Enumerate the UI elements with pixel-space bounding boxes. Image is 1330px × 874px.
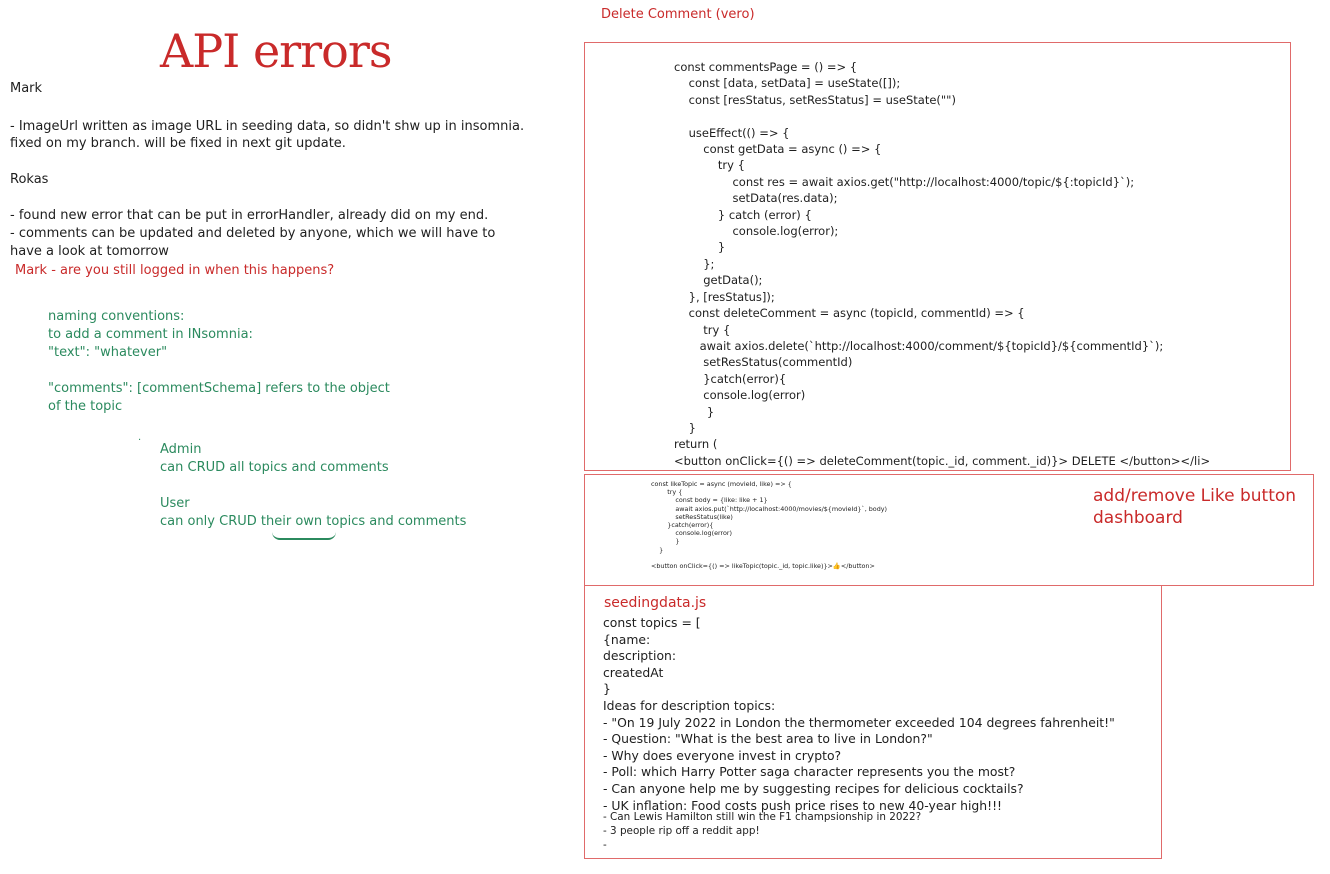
code-line: getData();: [674, 273, 763, 288]
code-line: useEffect(() => {: [674, 125, 790, 140]
code-line: }: [674, 404, 715, 419]
seeding-line: createdAt: [603, 664, 664, 680]
code-line: } catch (error) {: [674, 207, 812, 222]
seeding-line: - "On 19 July 2022 in London the thermom…: [603, 714, 1115, 730]
mark-note-2: fixed on my branch. will be fixed in nex…: [10, 136, 346, 151]
code-line: }, [resStatus]);: [674, 289, 775, 304]
seeding-data-more-ideas: - Can Lewis Hamilton still win the F1 ch…: [603, 810, 921, 852]
seeding-line: - 3 people rip off a reddit app!: [603, 825, 760, 837]
code-line: }: [651, 537, 680, 546]
code-line: const deleteComment = async (topicId, co…: [674, 306, 1025, 321]
naming-line-5: "comments": [commentSchema] refers to th…: [48, 381, 390, 396]
seeding-line: {name:: [603, 631, 651, 647]
code-line: const commentsPage = () => {: [674, 60, 858, 74]
seeding-line: - Can Lewis Hamilton still win the F1 ch…: [603, 811, 922, 823]
seeding-line: }: [603, 681, 611, 697]
admin-label: Admin: [160, 442, 202, 457]
seeding-data-label: seedingdata.js: [604, 595, 707, 611]
delete-comment-code: const commentsPage = () => { const [data…: [674, 59, 1210, 469]
like-button-box: const likeTopic = async (movieId, like) …: [584, 474, 1314, 586]
user-desc: can only CRUD their own topics and comme…: [160, 513, 466, 531]
code-line: await axios.delete(`http://localhost:400…: [674, 338, 1164, 353]
seeding-data-lines: const topics = [{name: description: create…: [603, 615, 1115, 814]
code-line: const res = await axios.get("http://loca…: [674, 174, 1135, 189]
page-title: API errors: [160, 24, 392, 78]
delete-comment-box: const commentsPage = () => { const [data…: [584, 42, 1291, 471]
code-line: }catch(error){: [674, 371, 787, 386]
seeding-line: - Why does everyone invest in crypto?: [603, 747, 842, 763]
code-line: }catch(error){: [651, 521, 714, 530]
user-desc-emphasis: their own: [260, 514, 323, 529]
stray-dot: ·: [138, 435, 142, 446]
code-line: return (: [674, 437, 718, 452]
rokas-note-1: - found new error that can be put in err…: [10, 208, 489, 223]
code-line: <button onClick={() => deleteComment(top…: [674, 453, 1211, 468]
seeding-line: description:: [603, 648, 677, 664]
code-line: try {: [674, 322, 731, 337]
mark-note-1: - ImageUrl written as image URL in seedi…: [10, 119, 525, 134]
rokas-note-3: have a look at tomorrow: [10, 244, 169, 259]
naming-line-3: "text": "whatever": [48, 345, 168, 360]
like-button-label-1: add/remove Like button: [1093, 486, 1297, 506]
code-line: await axios.put(`http://localhost:4000/m…: [651, 504, 888, 513]
code-line: console.log(error);: [674, 224, 839, 239]
code-line: const body = {like: like + 1}: [651, 496, 768, 505]
seeding-data-box: seedingdata.js const topics = [{name: des…: [584, 585, 1162, 859]
code-line: const [data, setData] = useState([]);: [674, 76, 901, 91]
seeding-line: - Question: "What is the best area to li…: [603, 731, 933, 747]
code-line: console.log(error): [674, 388, 806, 403]
user-desc-prefix: can only CRUD: [160, 514, 261, 529]
rokas-heading: Rokas: [10, 172, 49, 187]
code-line: };: [674, 256, 715, 271]
code-line: setData(res.data);: [674, 191, 838, 206]
naming-line-6: of the topic: [48, 399, 123, 414]
code-line: try {: [651, 488, 683, 497]
naming-line-1: naming conventions:: [48, 309, 185, 324]
code-line: }: [674, 420, 696, 435]
like-topic-code: const likeTopic = async (movieId, like) …: [651, 480, 887, 570]
code-line: <button onClick={() => likeTopic(topic._…: [651, 562, 875, 571]
seeding-line: const topics = [: [603, 615, 701, 630]
naming-line-2: to add a comment in INsomnia:: [48, 327, 253, 342]
their-own-underline: [272, 532, 336, 540]
code-line: const getData = async () => {: [674, 142, 882, 157]
user-desc-suffix: topics and comments: [322, 514, 467, 529]
delete-comment-label: Delete Comment (vero): [601, 7, 755, 22]
question-note: Mark - are you still logged in when this…: [15, 263, 335, 278]
seeding-line: -: [603, 839, 607, 851]
seeding-line: Ideas for description topics:: [603, 697, 776, 713]
user-label: User: [160, 496, 190, 511]
admin-desc: can CRUD all topics and comments: [160, 460, 389, 475]
code-line: const likeTopic = async (movieId, like) …: [651, 480, 792, 488]
code-line: const [resStatus, setResStatus] = useSta…: [674, 92, 956, 107]
code-line: setResStatus(like): [651, 512, 733, 521]
seeding-line: - Can anyone help me by suggesting recip…: [603, 780, 1024, 796]
code-line: try {: [674, 158, 745, 173]
code-line: }: [651, 545, 664, 554]
rokas-note-2: - comments can be updated and deleted by…: [10, 226, 496, 241]
code-line: }: [674, 240, 726, 255]
code-line: console.log(error): [651, 529, 733, 538]
mark-heading: Mark: [10, 81, 43, 96]
seeding-line: - Poll: which Harry Potter saga characte…: [603, 764, 1016, 780]
like-button-label-2: dashboard: [1093, 508, 1183, 528]
code-line: setResStatus(commentId): [674, 355, 853, 370]
